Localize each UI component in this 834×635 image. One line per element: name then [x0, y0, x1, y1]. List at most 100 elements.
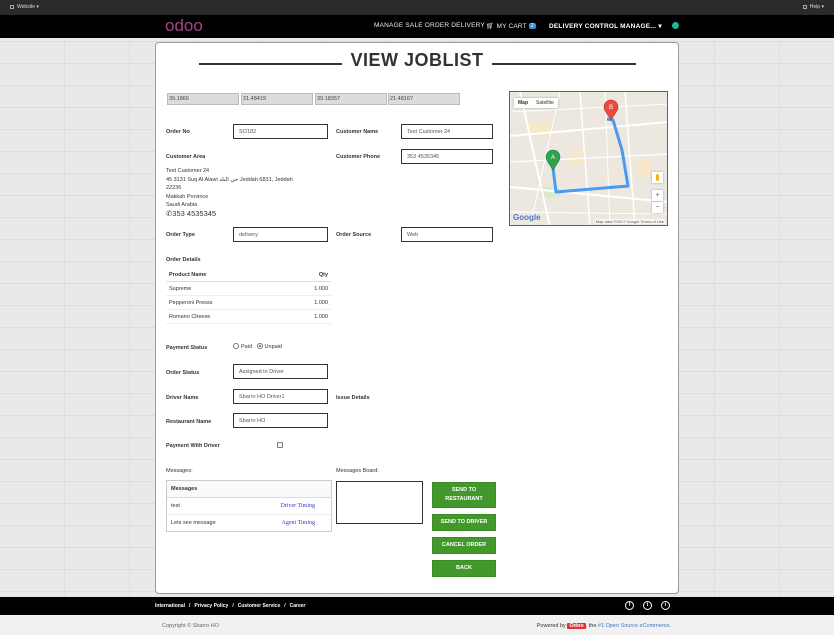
- open-source-ecommerce-link[interactable]: #1 Open Source eCommerce: [598, 623, 670, 629]
- order-source-field[interactable]: Web: [401, 227, 493, 242]
- nav-delivery-control-menu[interactable]: DELIVERY CONTROL MANAGE... ▾: [549, 22, 662, 30]
- address-line: Makkah Province: [166, 193, 209, 200]
- product-cell: Pepperoni Presss: [166, 295, 284, 310]
- message-source: Agent Timing: [281, 520, 315, 526]
- powered-by-the: , the: [585, 623, 597, 629]
- powered-by-label: Powered by: [536, 623, 566, 629]
- map-block: [638, 160, 652, 178]
- map-canvas[interactable]: A B: [510, 92, 668, 226]
- route-map[interactable]: A B Map Satellite + − Google Map data ©2…: [509, 91, 668, 226]
- customer-name-label: Customer Name: [336, 129, 379, 135]
- address-line: 22236: [166, 185, 182, 191]
- separator: /: [189, 603, 191, 609]
- order-type-field[interactable]: delivery: [233, 227, 328, 242]
- order-status-field[interactable]: Assigned to Driver: [233, 364, 328, 379]
- table-header-row: Product Name Qty: [166, 269, 331, 282]
- send-to-driver-button[interactable]: SEND TO DRIVER: [432, 514, 496, 531]
- facebook-icon[interactable]: f: [625, 601, 634, 610]
- order-source-label: Order Source: [336, 232, 372, 238]
- pegman-icon[interactable]: [652, 172, 663, 183]
- footer-link-customer-service[interactable]: Customer Service: [238, 603, 281, 609]
- messages-board-label: Messages Board:: [336, 468, 379, 474]
- paid-radio[interactable]: [233, 343, 239, 349]
- messages-board-textarea[interactable]: [336, 481, 423, 524]
- map-attribution[interactable]: Map data ©2017 Google Terms of Use: [594, 219, 665, 224]
- address-phone: ✆353 4535345: [166, 208, 293, 219]
- caret-down-icon: ▾: [658, 23, 662, 30]
- nav-my-cart[interactable]: 🛒︎ MY CART 2: [486, 22, 536, 30]
- messages-header: Messages: [167, 481, 331, 498]
- order-details-label: Order Details: [166, 257, 201, 263]
- help-label: Help: [809, 4, 821, 10]
- admin-bar: Website ▾ Help ▾: [0, 0, 834, 15]
- payment-with-driver-label: Payment With Driver: [166, 443, 220, 449]
- odoo-brand-badge[interactable]: Odoo: [567, 623, 586, 629]
- zoom-in-button[interactable]: +: [652, 190, 663, 201]
- customer-address: Test Customer 24 45 3131 Suq Al Alawi حي…: [166, 167, 293, 218]
- customer-phone-field[interactable]: 353 4535345: [401, 149, 493, 164]
- payment-status-options: Paid Unpaid: [233, 343, 282, 350]
- footer-link-international[interactable]: International: [155, 603, 185, 609]
- footer-link-privacy-policy[interactable]: Privacy Policy: [194, 603, 228, 609]
- cart-icon: 🛒︎: [486, 23, 495, 30]
- zoom-out-button[interactable]: −: [652, 202, 663, 213]
- product-cell: Supreme: [166, 281, 284, 296]
- address-line: 45 3131 Suq Al Alawi حي البلد Jeddah 683…: [166, 176, 293, 183]
- powered-by: Powered by Odoo, the #1 Open Source eCom…: [537, 623, 671, 629]
- coordinate-field-1: 39.1866: [167, 93, 239, 105]
- product-cell: Romano Cheese: [166, 309, 284, 324]
- main-navbar: odoo MANAGE SALE ORDER DELIVERY 🛒︎ MY CA…: [0, 15, 834, 38]
- google-logo: Google: [513, 213, 541, 222]
- table-row: Pepperoni Presss 1.000: [166, 295, 331, 310]
- website-label: Website: [17, 4, 35, 10]
- order-type-label: Order Type: [166, 232, 195, 238]
- payment-status-label: Payment Status: [166, 345, 208, 351]
- driver-name-field[interactable]: Sbarro HO Driver1: [233, 389, 328, 404]
- restaurant-name-label: Restaurant Name: [166, 419, 212, 425]
- odoo-logo[interactable]: odoo: [165, 17, 213, 35]
- message-text: test: [171, 503, 180, 509]
- nav-manage-sale-order-delivery[interactable]: MANAGE SALE ORDER DELIVERY: [374, 22, 485, 29]
- website-menu[interactable]: Website ▾: [10, 4, 39, 10]
- tab-map[interactable]: Map: [514, 98, 532, 108]
- footer-link-career[interactable]: Career: [290, 603, 306, 609]
- separator: /: [232, 603, 234, 609]
- order-status-label: Order Status: [166, 370, 200, 376]
- driver-name-label: Driver Name: [166, 395, 199, 401]
- order-no-label: Order No: [166, 129, 190, 135]
- svg-text:odoo: odoo: [165, 17, 203, 35]
- order-no-field[interactable]: SO182: [233, 124, 328, 139]
- restaurant-name-field[interactable]: Sbarro HO: [233, 413, 328, 428]
- send-to-restaurant-button[interactable]: SEND TO RESTAURANT: [432, 482, 496, 508]
- qty-cell: 1.000: [283, 281, 331, 296]
- customer-area-label: Customer Area: [166, 154, 206, 160]
- grid-icon: [10, 5, 14, 9]
- unpaid-radio[interactable]: [256, 343, 263, 349]
- help-menu[interactable]: Help ▾: [802, 4, 824, 10]
- payment-with-driver-checkbox[interactable]: [277, 442, 283, 448]
- instagram-icon[interactable]: i: [661, 601, 670, 610]
- address-line: Test Customer 24: [166, 168, 210, 174]
- table-row: Supreme 1.000: [166, 281, 331, 296]
- svg-text:A: A: [551, 155, 555, 161]
- powered-by-end: .: [669, 623, 671, 629]
- copyright-bar: Copyright © Sbarro HO Powered by Odoo, t…: [0, 615, 834, 635]
- cancel-order-button[interactable]: CANCEL ORDER: [432, 537, 496, 554]
- back-button[interactable]: BACK: [432, 560, 496, 577]
- page-title: VIEW JOBLIST: [156, 50, 678, 71]
- messages-list: Messages test Driver Timing Lets see mes…: [166, 480, 332, 532]
- svg-text:B: B: [609, 105, 613, 111]
- square-icon: [802, 5, 807, 9]
- delivery-menu-label: DELIVERY CONTROL MANAGE...: [549, 23, 657, 30]
- customer-name-field[interactable]: Test Customer 24: [401, 124, 493, 139]
- user-status-icon[interactable]: [672, 22, 679, 29]
- tab-satellite[interactable]: Satellite: [532, 98, 558, 108]
- twitter-icon[interactable]: t: [643, 601, 652, 610]
- unpaid-radio-label: Unpaid: [264, 344, 282, 350]
- message-text: Lets see message: [171, 520, 216, 526]
- list-item: Lets see message Agent Timing: [167, 515, 331, 531]
- message-source: Driver Timing: [280, 503, 315, 509]
- address-phone-number: 353 4535345: [172, 208, 217, 218]
- coordinate-field-4: 21.48167: [388, 93, 460, 105]
- site-footer: International / Privacy Policy / Customer Se…: [0, 597, 834, 615]
